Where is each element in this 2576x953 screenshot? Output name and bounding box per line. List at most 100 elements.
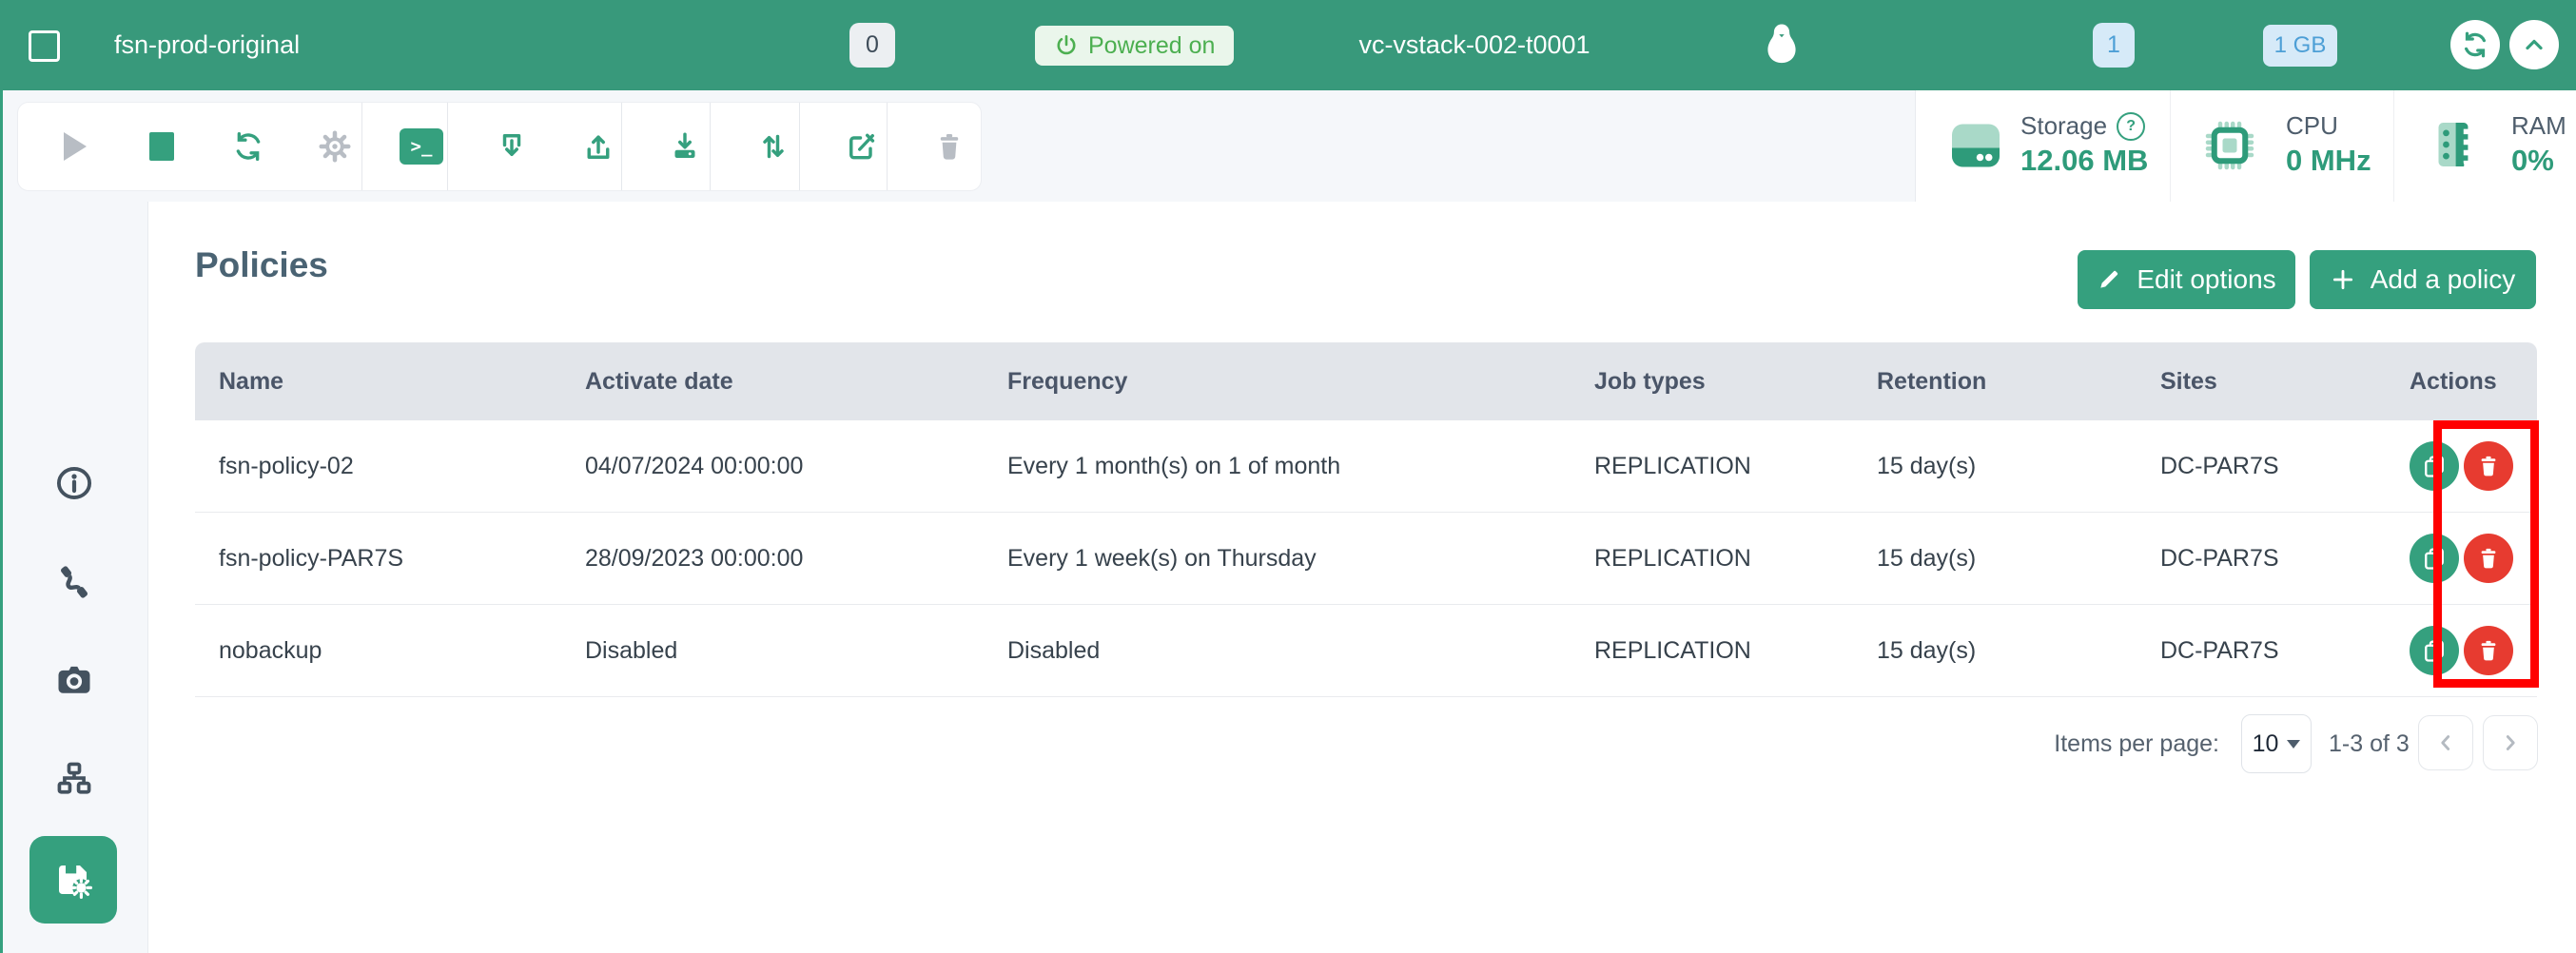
column-header-sites: Sites: [2160, 368, 2410, 396]
copy-icon: [2421, 453, 2448, 479]
sidebar-item-info[interactable]: [0, 455, 147, 512]
cell-job-types: REPLICATION: [1594, 545, 1877, 573]
cell-name: fsn-policy-02: [219, 453, 585, 480]
chevron-left-icon: [2433, 730, 2458, 755]
terminal-icon: >_: [400, 128, 443, 165]
cell-activate-date: 04/07/2024 00:00:00: [585, 453, 1007, 480]
column-header-retention: Retention: [1877, 368, 2160, 396]
delete-policy-button[interactable]: [2464, 534, 2513, 583]
cable-icon: [53, 561, 95, 603]
copy-icon: [2421, 545, 2448, 572]
collapse-panel-button[interactable]: [2509, 20, 2559, 69]
import-button[interactable]: [658, 103, 712, 190]
trash-icon: [2476, 546, 2501, 571]
chevron-up-icon: [2521, 31, 2547, 58]
copy-policy-button[interactable]: [2410, 626, 2459, 675]
delete-vm-button[interactable]: [923, 103, 976, 190]
column-header-frequency: Frequency: [1007, 368, 1594, 396]
rename-button[interactable]: [835, 103, 888, 190]
gear-icon: [318, 129, 352, 164]
sidebar-item-devices[interactable]: [0, 554, 147, 611]
copy-icon: [2421, 637, 2448, 664]
delete-policy-button[interactable]: [2464, 441, 2513, 491]
cell-sites: DC-PAR7S: [2160, 453, 2410, 480]
toolbar-divider: [621, 103, 622, 190]
cell-name: nobackup: [219, 637, 585, 665]
play-icon: [64, 132, 87, 161]
insert-tools-button[interactable]: [485, 103, 538, 190]
export-button[interactable]: [572, 103, 625, 190]
page-size-select[interactable]: 10: [2241, 714, 2312, 773]
storage-value: 12.06 MB: [2020, 144, 2148, 178]
cell-retention: 15 day(s): [1877, 453, 2160, 480]
plus-icon: [2331, 267, 2355, 292]
next-page-button[interactable]: [2483, 715, 2538, 770]
backup-policy-icon: [50, 857, 96, 903]
chevron-right-icon: [2498, 730, 2523, 755]
trash-icon: [2476, 454, 2501, 478]
host-name: vc-vstack-002-t0001: [1332, 0, 1617, 90]
previous-page-button[interactable]: [2418, 715, 2473, 770]
toolbar-divider: [710, 103, 711, 190]
page-size-value: 10: [2253, 730, 2279, 758]
play-button[interactable]: [49, 103, 102, 190]
top-bar: fsn-prod-original 0 Powered on vc-vstack…: [0, 0, 2576, 90]
refresh-icon: [2461, 30, 2489, 59]
settings-button[interactable]: [308, 103, 361, 190]
restart-button[interactable]: [222, 103, 275, 190]
cell-frequency: Disabled: [1007, 637, 1594, 665]
column-header-name: Name: [219, 368, 585, 396]
column-header-actions: Actions: [2410, 368, 2537, 396]
help-icon[interactable]: ?: [2117, 112, 2145, 141]
vm-stats-panel: Storage ? 12.06 MB CPU 0 MHz RAM 0%: [1915, 90, 2576, 202]
sidebar-item-backup-policies[interactable]: [29, 836, 117, 924]
sidebar-item-snapshots[interactable]: [0, 652, 147, 709]
vcpu-badge: 1: [2093, 23, 2135, 68]
stop-button[interactable]: [135, 103, 188, 190]
sidebar-item-network[interactable]: [0, 750, 147, 807]
stats-divider: [2170, 90, 2171, 202]
table-row: fsn-policy-02 04/07/2024 00:00:00 Every …: [195, 420, 2537, 513]
table-row: nobackup Disabled Disabled REPLICATION 1…: [195, 605, 2537, 697]
toolbar-divider: [447, 103, 448, 190]
toolbar-divider: [887, 103, 888, 190]
edit-options-button[interactable]: Edit options: [2078, 250, 2295, 309]
vm-select-checkbox[interactable]: [29, 30, 60, 62]
add-policy-button[interactable]: Add a policy: [2310, 250, 2536, 309]
vm-toolbar-row: >_: [0, 90, 2576, 202]
add-policy-label: Add a policy: [2371, 264, 2516, 295]
pencil-icon: [2097, 267, 2121, 292]
console-button[interactable]: >_: [395, 103, 448, 190]
toolbar-divider: [799, 103, 800, 190]
camera-icon: [53, 659, 95, 701]
download-tray-icon: [495, 129, 529, 164]
cpu-icon: [2201, 117, 2258, 179]
ram-icon: [2425, 117, 2480, 177]
cell-name: fsn-policy-PAR7S: [219, 545, 585, 573]
cpu-value: 0 MHz: [2286, 144, 2371, 178]
cell-retention: 15 day(s): [1877, 637, 2160, 665]
ram-badge: 1 GB: [2263, 25, 2337, 67]
left-accent-stripe: [0, 90, 3, 953]
resize-disk-button[interactable]: [747, 103, 800, 190]
linux-penguin-icon: [1758, 19, 1805, 77]
stats-divider: [2393, 90, 2394, 202]
page-title: Policies: [195, 245, 328, 285]
storage-icon: [1947, 117, 2004, 179]
cell-retention: 15 day(s): [1877, 545, 2160, 573]
toolbar-divider: [361, 103, 362, 190]
copy-policy-button[interactable]: [2410, 534, 2459, 583]
delete-policy-button[interactable]: [2464, 626, 2513, 675]
copy-policy-button[interactable]: [2410, 441, 2459, 491]
power-status-badge: Powered on: [1035, 26, 1234, 66]
cell-sites: DC-PAR7S: [2160, 637, 2410, 665]
vm-policies-page: fsn-prod-original 0 Powered on vc-vstack…: [0, 0, 2576, 953]
refresh-button[interactable]: [2450, 20, 2500, 69]
trash-icon: [933, 130, 966, 163]
cell-activate-date: Disabled: [585, 637, 1007, 665]
swap-vertical-icon: [756, 129, 790, 164]
table-row: fsn-policy-PAR7S 28/09/2023 00:00:00 Eve…: [195, 513, 2537, 605]
items-per-page-label: Items per page:: [1998, 730, 2219, 758]
table-header-row: Name Activate date Frequency Job types R…: [195, 342, 2537, 420]
cell-job-types: REPLICATION: [1594, 453, 1877, 480]
